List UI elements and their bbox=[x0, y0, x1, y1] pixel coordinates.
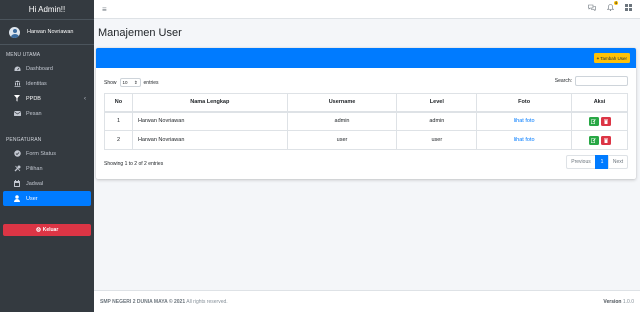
page-length-value: 10 bbox=[122, 80, 128, 85]
col-foto[interactable]: Foto bbox=[476, 93, 573, 113]
dashboard-icon bbox=[13, 66, 21, 72]
sort-arrows-icon: ⇕ bbox=[133, 79, 138, 85]
col-username[interactable]: Username bbox=[286, 93, 398, 113]
view-photo-link[interactable]: lihat foto bbox=[514, 118, 535, 124]
footer-version: Version 1.0.0 bbox=[603, 299, 634, 305]
delete-button[interactable] bbox=[600, 116, 611, 126]
card-header: + Tambah User bbox=[96, 48, 636, 68]
col-level[interactable]: Level bbox=[396, 93, 478, 113]
bell-icon bbox=[606, 4, 615, 11]
next-page-button[interactable]: Next bbox=[608, 155, 628, 169]
previous-page-button[interactable]: Previous bbox=[566, 155, 596, 169]
add-user-button[interactable]: + Tambah User bbox=[593, 53, 630, 63]
trash-icon bbox=[603, 119, 608, 124]
notification-bell[interactable]: 4 bbox=[606, 1, 618, 13]
search-input[interactable] bbox=[575, 76, 628, 86]
footer-copyright: SMP NEGERI 2 DUNIA MAYA © 2021 All right… bbox=[100, 299, 228, 305]
sidebar-item-pilihan[interactable]: Pilihan bbox=[3, 161, 91, 176]
delete-button[interactable] bbox=[600, 135, 611, 145]
search-control: Search: bbox=[555, 76, 628, 86]
institution-icon bbox=[13, 80, 21, 87]
topbar: ≡ 4 bbox=[94, 0, 640, 19]
version-label: Version bbox=[603, 299, 622, 305]
sidebar-item-user[interactable]: User bbox=[3, 191, 91, 206]
sidebar-item-jadwal[interactable]: Jadwal bbox=[3, 176, 91, 191]
table-info: Showing 1 to 2 of 2 entries bbox=[104, 161, 164, 167]
pagination: Previous 1 Next bbox=[566, 155, 628, 169]
col-no[interactable]: No bbox=[104, 93, 133, 113]
sidebar-item-label: Dashboard bbox=[26, 65, 53, 72]
table-row: 1 Harwan Novriawan admin admin lihat fot… bbox=[104, 111, 628, 131]
sidebar-item-pesan[interactable]: Pesan bbox=[3, 106, 91, 121]
cell-name: Harwan Novriawan bbox=[131, 111, 288, 131]
tools-icon bbox=[13, 165, 21, 172]
edit-icon bbox=[591, 118, 596, 124]
sidebar-item-label: PPDB bbox=[26, 95, 41, 102]
logout-button[interactable]: Keluar bbox=[3, 224, 91, 236]
add-user-label: Tambah User bbox=[600, 55, 627, 61]
table-row: 2 Harwan Novriawan user user lihat foto bbox=[104, 130, 628, 150]
chat-icon[interactable] bbox=[588, 4, 596, 13]
topbar-icons: 4 bbox=[588, 1, 632, 13]
hamburger-menu-icon[interactable]: ≡ bbox=[102, 5, 107, 14]
check-circle-icon bbox=[13, 150, 21, 157]
sidebar-item-label: User bbox=[26, 195, 38, 202]
grid-icon[interactable] bbox=[625, 4, 632, 13]
sidebar-item-label: Jadwal bbox=[26, 180, 44, 187]
logout-label: Keluar bbox=[42, 227, 59, 233]
cell-no: 1 bbox=[104, 111, 133, 131]
cell-level: user bbox=[396, 130, 478, 150]
version-number: 1.0.0 bbox=[622, 299, 634, 305]
notification-badge: 4 bbox=[614, 1, 618, 5]
page-length-control: Show 10 ⇕ entries bbox=[104, 78, 159, 87]
page-title: Manajemen User bbox=[98, 27, 182, 39]
sidebar-item-dashboard[interactable]: Dashboard bbox=[3, 61, 91, 76]
cell-name: Harwan Novriawan bbox=[131, 130, 288, 150]
envelope-icon bbox=[13, 111, 21, 116]
cell-level: admin bbox=[396, 111, 478, 131]
rights-text: All rights reserved. bbox=[186, 299, 228, 305]
sidebar-item-identitas[interactable]: Identitas bbox=[3, 76, 91, 91]
footer: SMP NEGERI 2 DUNIA MAYA © 2021 All right… bbox=[94, 290, 640, 312]
filter-icon bbox=[13, 95, 21, 102]
avatar bbox=[9, 26, 20, 38]
user-panel[interactable]: Harwan Novriawan bbox=[0, 20, 94, 45]
sidebar-item-form-status[interactable]: Form Status bbox=[3, 146, 91, 161]
sidebar: Hi Admin!! Harwan Novriawan MENU UTAMA D… bbox=[0, 0, 94, 312]
brand-title[interactable]: Hi Admin!! bbox=[0, 0, 94, 20]
users-table: No Nama Lengkap Username Level Foto Aksi… bbox=[104, 93, 628, 150]
copyright-text: SMP NEGERI 2 DUNIA MAYA © 2021 bbox=[100, 299, 186, 305]
edit-icon bbox=[591, 137, 596, 143]
search-label: Search: bbox=[554, 78, 572, 84]
power-icon bbox=[35, 226, 41, 234]
nav-header-settings: PENGATURAN bbox=[6, 137, 42, 143]
edit-button[interactable] bbox=[588, 116, 599, 126]
row-actions bbox=[588, 135, 611, 145]
cell-username: user bbox=[286, 130, 398, 150]
user-name: Harwan Novriawan bbox=[27, 29, 74, 35]
chevron-left-icon: ‹ bbox=[84, 95, 86, 102]
nav-header-main: MENU UTAMA bbox=[6, 52, 41, 58]
view-photo-link[interactable]: lihat foto bbox=[514, 137, 535, 143]
col-nama-lengkap[interactable]: Nama Lengkap bbox=[131, 93, 288, 113]
col-aksi[interactable]: Aksi bbox=[571, 93, 628, 113]
page-length-select[interactable]: 10 ⇕ bbox=[119, 78, 141, 87]
cell-no: 2 bbox=[104, 130, 133, 150]
sidebar-item-label: Pilihan bbox=[26, 165, 43, 172]
entries-label: entries bbox=[143, 79, 159, 86]
sidebar-item-ppdb[interactable]: PPDB ‹ bbox=[3, 91, 91, 106]
plus-icon: + bbox=[596, 55, 600, 61]
cell-username: admin bbox=[286, 111, 398, 131]
calendar-icon bbox=[13, 180, 21, 187]
sidebar-item-label: Form Status bbox=[26, 150, 56, 157]
edit-button[interactable] bbox=[588, 135, 599, 145]
current-page-button[interactable]: 1 bbox=[595, 155, 609, 169]
table-header-row: No Nama Lengkap Username Level Foto Aksi bbox=[104, 93, 628, 113]
row-actions bbox=[588, 116, 611, 126]
user-icon bbox=[13, 195, 21, 202]
sidebar-item-label: Identitas bbox=[26, 80, 47, 87]
sidebar-item-label: Pesan bbox=[26, 110, 42, 117]
show-label: Show bbox=[104, 79, 117, 86]
trash-icon bbox=[603, 138, 608, 143]
